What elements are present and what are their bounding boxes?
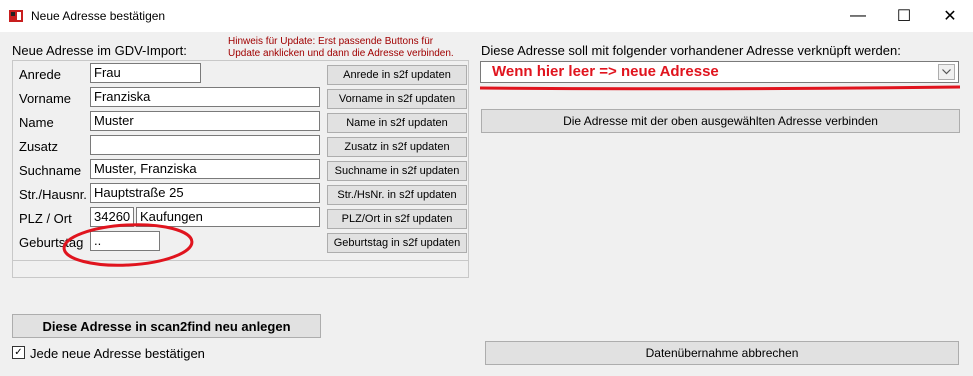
- link-address-label: Diese Adresse soll mit folgender vorhand…: [481, 43, 901, 58]
- anrede-label: Anrede: [19, 67, 61, 82]
- maximize-icon: ☐: [896, 8, 912, 25]
- confirm-all-checkbox[interactable]: ✓: [12, 346, 25, 359]
- import-section-label: Neue Adresse im GDV-Import:: [12, 43, 187, 58]
- anrede-update-button[interactable]: Anrede in s2f updaten: [327, 65, 467, 85]
- zusatz-label: Zusatz: [19, 139, 59, 154]
- maximize-button[interactable]: ☐: [881, 0, 927, 32]
- annotation-ellipse: [62, 223, 194, 267]
- app-icon: [9, 10, 23, 22]
- strasse-label: Str./Hausnr.: [19, 187, 87, 202]
- window-title: Neue Adresse bestätigen: [31, 9, 166, 23]
- strasse-input[interactable]: Hauptstraße 25: [90, 183, 320, 203]
- existing-address-dropdown[interactable]: Wenn hier leer => neue Adresse: [480, 61, 959, 83]
- checkmark-icon: ✓: [14, 346, 23, 358]
- title-bar: Neue Adresse bestätigen — ☐ ✕: [0, 0, 973, 33]
- close-icon: ✕: [943, 8, 957, 25]
- name-update-button[interactable]: Name in s2f updaten: [327, 113, 467, 133]
- zusatz-input[interactable]: [90, 135, 320, 155]
- update-hint-line2: Update anklicken und dann die Adresse ve…: [228, 48, 454, 59]
- strasse-update-button[interactable]: Str./HsNr. in s2f updaten: [327, 185, 467, 205]
- vorname-input[interactable]: Franziska: [90, 87, 320, 107]
- suchname-label: Suchname: [19, 163, 82, 178]
- connect-address-button[interactable]: Die Adresse mit der oben ausgewählten Ad…: [481, 109, 960, 133]
- dropdown-value: Wenn hier leer => neue Adresse: [492, 63, 719, 80]
- plz-ort-update-button[interactable]: PLZ/Ort in s2f updaten: [327, 209, 467, 229]
- minimize-button[interactable]: —: [835, 0, 881, 32]
- cancel-import-button[interactable]: Datenübernahme abbrechen: [485, 341, 959, 365]
- dropdown-toggle[interactable]: [938, 64, 955, 80]
- annotation-underline: [479, 85, 961, 91]
- chevron-down-icon: [942, 69, 951, 75]
- geburtstag-update-button[interactable]: Geburtstag in s2f updaten: [327, 233, 467, 253]
- close-button[interactable]: ✕: [927, 0, 973, 32]
- suchname-input[interactable]: Muster, Franziska: [90, 159, 320, 179]
- zusatz-update-button[interactable]: Zusatz in s2f updaten: [327, 137, 467, 157]
- suchname-update-button[interactable]: Suchname in s2f updaten: [327, 161, 467, 181]
- anrede-input[interactable]: Frau: [90, 63, 201, 83]
- create-address-button[interactable]: Diese Adresse in scan2find neu anlegen: [12, 314, 321, 338]
- confirm-all-label: Jede neue Adresse bestätigen: [30, 346, 205, 361]
- name-label: Name: [19, 115, 54, 130]
- vorname-label: Vorname: [19, 91, 72, 106]
- name-input[interactable]: Muster: [90, 111, 320, 131]
- vorname-update-button[interactable]: Vorname in s2f updaten: [327, 89, 467, 109]
- minimize-icon: —: [850, 7, 866, 24]
